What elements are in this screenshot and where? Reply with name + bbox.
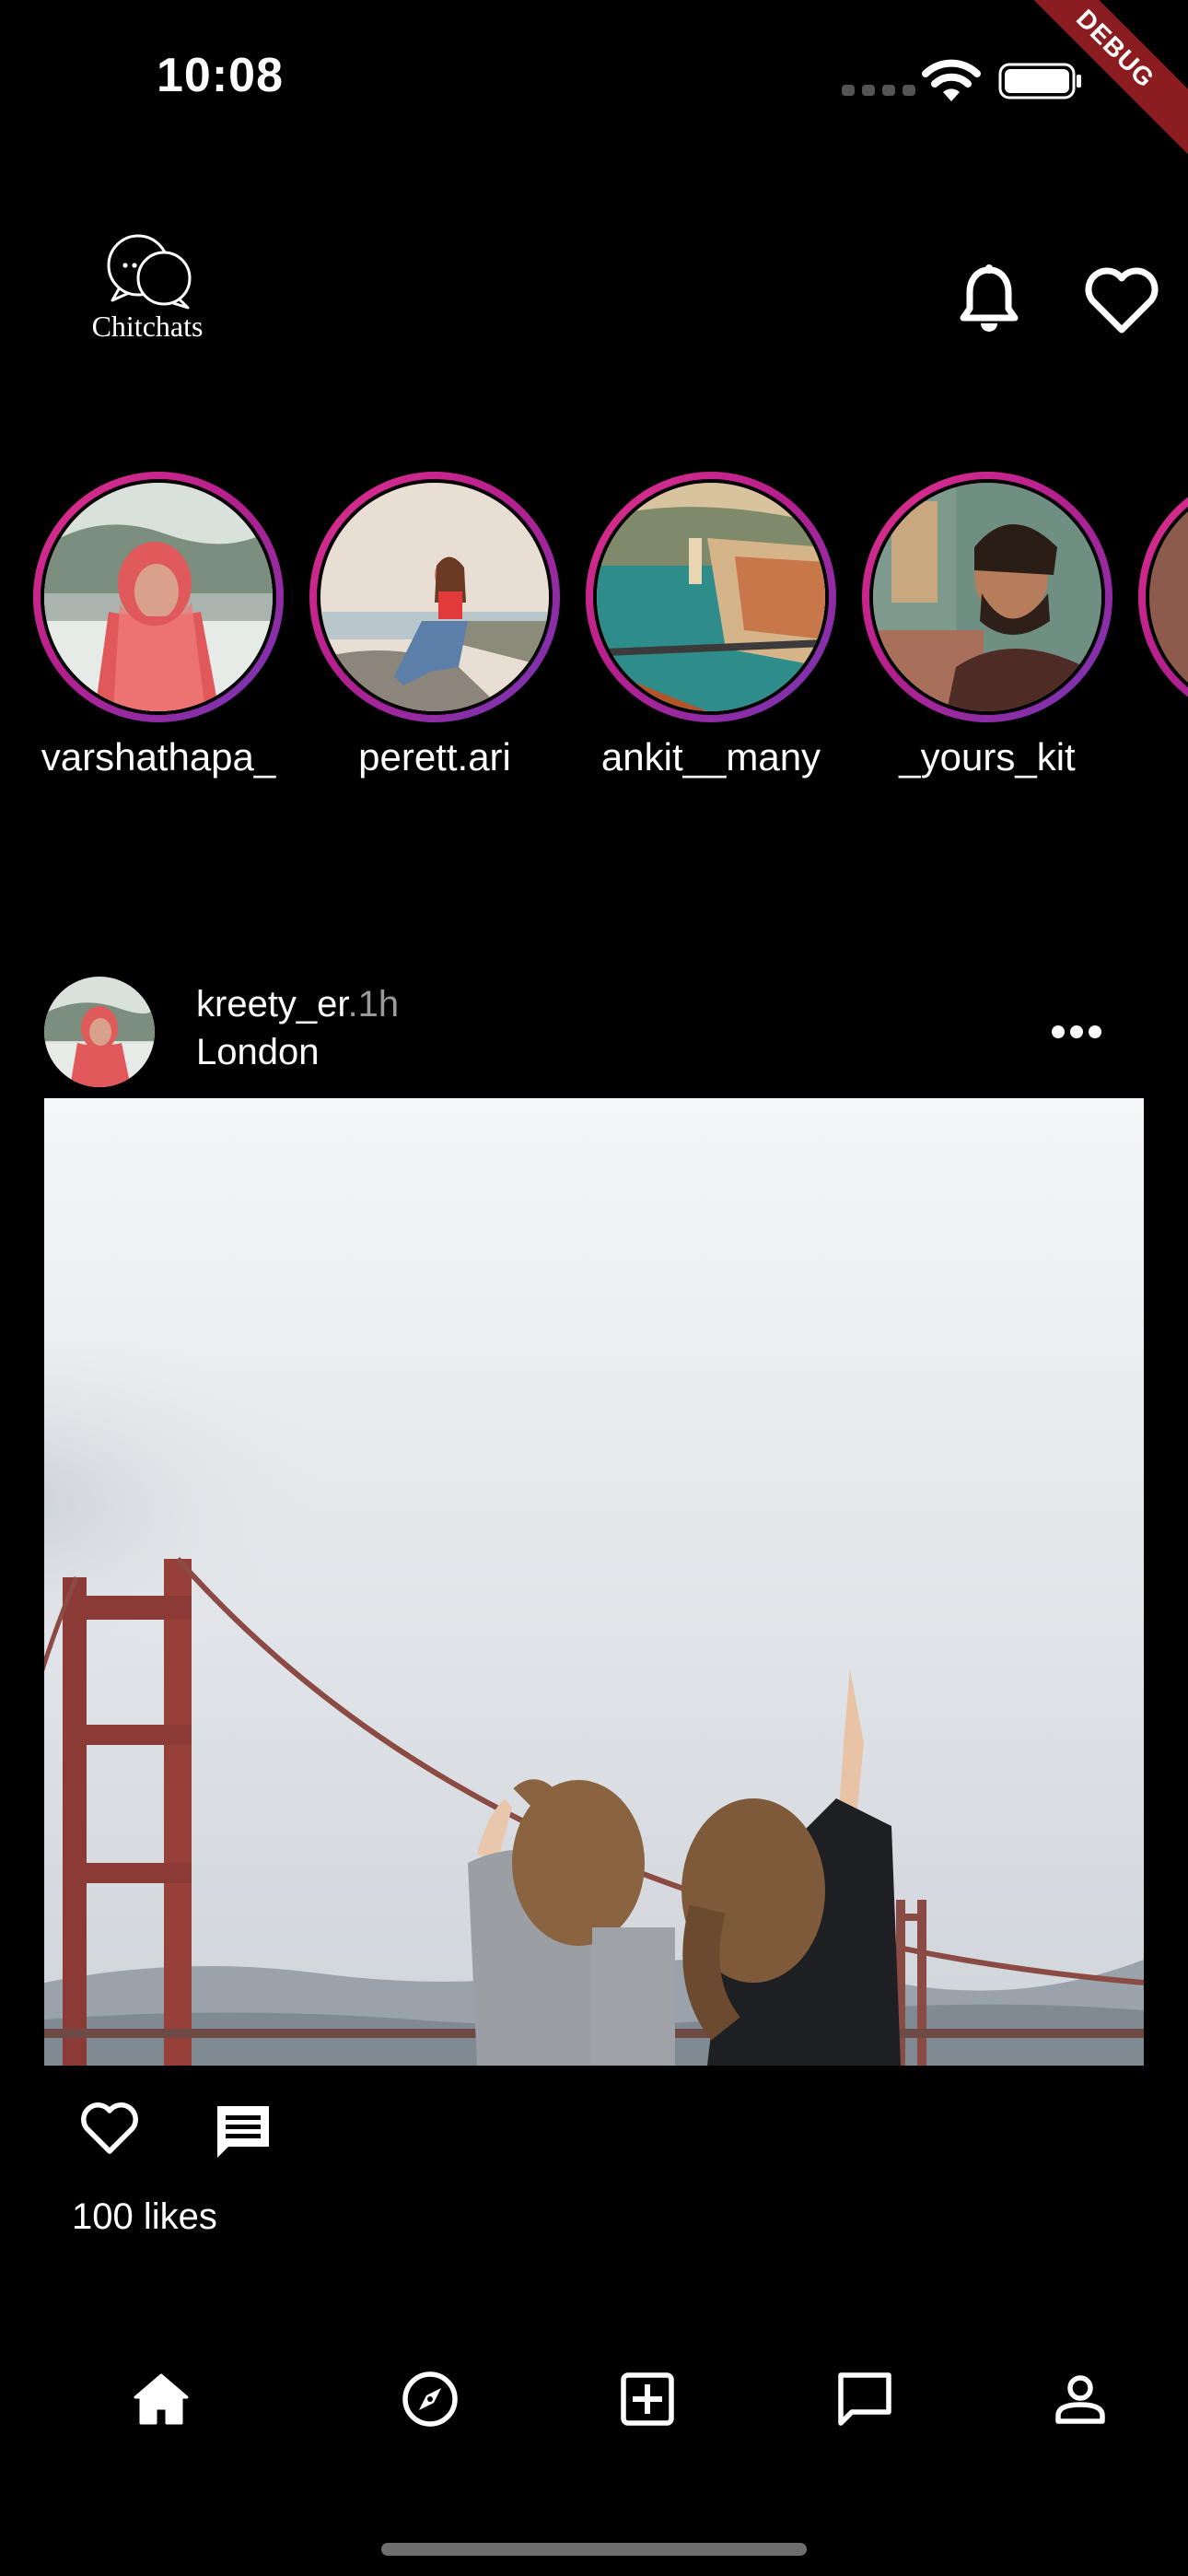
cellular-signal-icon bbox=[842, 85, 915, 96]
chat-bubbles-logo-icon bbox=[107, 234, 192, 310]
post-image[interactable] bbox=[44, 1098, 1144, 2066]
compass-icon[interactable] bbox=[401, 2370, 460, 2429]
story-avatar bbox=[869, 479, 1105, 715]
story-ring bbox=[1138, 472, 1188, 722]
post-timestamp: .1h bbox=[347, 984, 400, 1025]
post-author-line[interactable]: kreety_er.1h bbox=[196, 984, 399, 1025]
story-item[interactable]: ankit__many bbox=[586, 472, 836, 779]
home-icon[interactable] bbox=[132, 2370, 191, 2429]
story-ring bbox=[33, 472, 284, 722]
person-icon[interactable] bbox=[1051, 2370, 1110, 2429]
battery-icon bbox=[998, 63, 1081, 100]
chat-bubble-icon[interactable] bbox=[835, 2370, 894, 2429]
post-username[interactable]: kreety_er bbox=[196, 984, 348, 1025]
story-ring bbox=[586, 472, 836, 722]
heart-outline-icon[interactable] bbox=[79, 2101, 140, 2156]
home-indicator bbox=[381, 2543, 807, 2556]
story-item[interactable]: varshathapa_ bbox=[33, 472, 284, 779]
story-username: _yours_kit bbox=[899, 735, 1076, 779]
story-username: ankit__many bbox=[600, 735, 821, 779]
story-avatar bbox=[41, 479, 276, 715]
add-box-icon[interactable] bbox=[618, 2370, 677, 2429]
post-location[interactable]: London bbox=[196, 1032, 319, 1073]
story-avatar bbox=[1146, 479, 1188, 715]
story-username: perett.ari bbox=[358, 735, 511, 779]
more-options-icon[interactable] bbox=[1050, 1018, 1103, 1046]
story-item[interactable]: _yours_kit bbox=[862, 472, 1112, 779]
story-ring bbox=[309, 472, 560, 722]
post-author-avatar[interactable] bbox=[44, 977, 155, 1087]
heart-icon[interactable] bbox=[1083, 265, 1160, 335]
logo-text: Chitchats bbox=[91, 310, 204, 343]
wifi-icon bbox=[922, 59, 981, 101]
comment-icon[interactable] bbox=[214, 2102, 273, 2161]
story-item-partial[interactable] bbox=[1138, 472, 1188, 722]
status-time: 10:08 bbox=[157, 49, 284, 102]
story-username: varshathapa_ bbox=[41, 735, 276, 779]
bell-icon[interactable] bbox=[958, 263, 1020, 336]
story-avatar bbox=[593, 479, 829, 715]
likes-count[interactable]: 100 likes bbox=[72, 2196, 217, 2238]
story-avatar bbox=[317, 479, 553, 715]
story-ring bbox=[862, 472, 1112, 722]
story-item[interactable]: perett.ari bbox=[309, 472, 560, 779]
app-logo: Chitchats bbox=[74, 230, 221, 350]
